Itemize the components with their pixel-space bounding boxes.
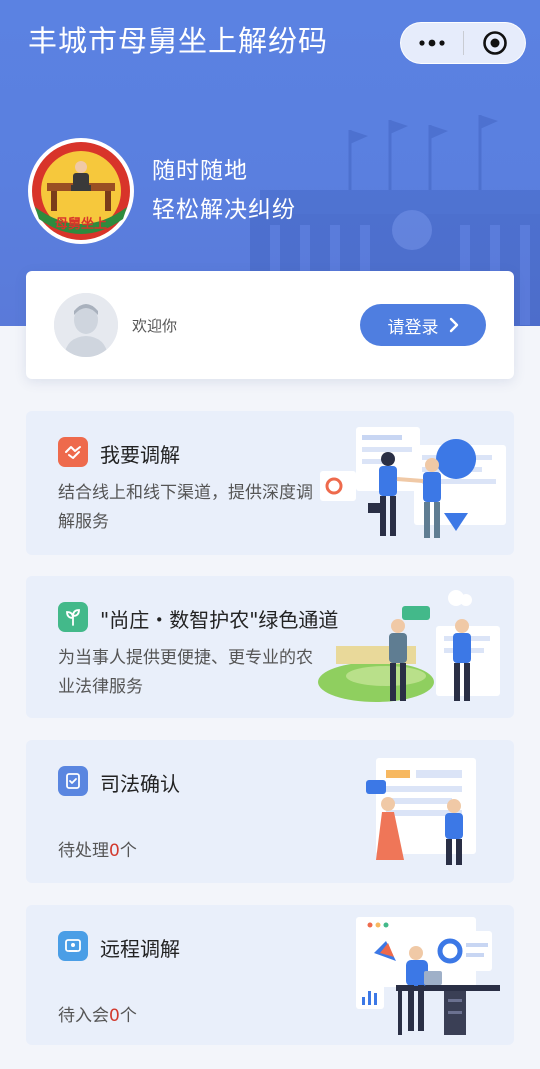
pending-count: 待处理0个 xyxy=(58,836,137,861)
slogan: 随时随地 轻松解决纠纷 xyxy=(152,152,296,230)
slogan-line-2: 轻松解决纠纷 xyxy=(152,197,296,223)
app-title: 丰城市母舅坐上解纷码 xyxy=(28,24,329,58)
count-prefix: 待处理 xyxy=(58,841,109,861)
target-close-icon xyxy=(482,31,507,55)
card-description: 结合线上和线下渠道，提供深度调解服务 xyxy=(58,483,313,532)
card-title: 司法确认 xyxy=(100,772,180,796)
count-suffix: 个 xyxy=(119,841,137,861)
card-green-channel[interactable]: "尚庄・数智护农"绿色通道 为当事人提供更便捷、更专业的农业法律服务 xyxy=(26,576,514,718)
logo-emblem: 母舅坐上 xyxy=(28,138,134,244)
count-number: 0 xyxy=(109,841,120,861)
more-button[interactable] xyxy=(401,23,463,63)
card-description: 为当事人提供更便捷、更专业的农业法律服务 xyxy=(58,648,313,697)
slogan-line-1: 随时随地 xyxy=(152,158,248,184)
default-avatar-icon xyxy=(54,293,118,357)
card-title: 我要调解 xyxy=(100,443,180,467)
logo-text: 母舅坐上 xyxy=(55,216,107,232)
card-title: "尚庄・数智护农"绿色通道 xyxy=(100,608,339,632)
meeting-count: 待入会0个 xyxy=(58,1001,137,1026)
close-button[interactable] xyxy=(464,23,525,63)
card-title: 远程调解 xyxy=(100,937,180,961)
count-prefix: 待入会 xyxy=(58,1006,109,1026)
video-screen-icon xyxy=(58,931,88,961)
more-dots-icon xyxy=(419,39,445,47)
mini-program-capsule xyxy=(400,22,526,64)
login-button[interactable]: 请登录 xyxy=(360,304,486,346)
card-mediation[interactable]: 我要调解 结合线上和线下渠道，提供深度调解服务 xyxy=(26,411,514,555)
judicial-illustration xyxy=(366,758,476,865)
avatar xyxy=(54,293,118,357)
welcome-text: 欢迎你 xyxy=(132,317,178,335)
agriculture-illustration xyxy=(318,590,500,702)
login-button-label: 请登录 xyxy=(387,317,439,338)
user-card: 欢迎你 请登录 xyxy=(26,271,514,379)
handshake-icon xyxy=(58,437,88,467)
document-check-icon xyxy=(58,766,88,796)
card-judicial-confirmation[interactable]: 司法确认 待处理0个 xyxy=(26,740,514,883)
chevron-right-icon xyxy=(449,317,458,333)
count-suffix: 个 xyxy=(119,1006,137,1026)
mediation-illustration xyxy=(320,427,506,538)
count-number: 0 xyxy=(109,1006,120,1026)
sprout-icon xyxy=(58,602,88,632)
remote-mediation-illustration xyxy=(356,917,500,1035)
card-remote-mediation[interactable]: 远程调解 待入会0个 xyxy=(26,905,514,1045)
